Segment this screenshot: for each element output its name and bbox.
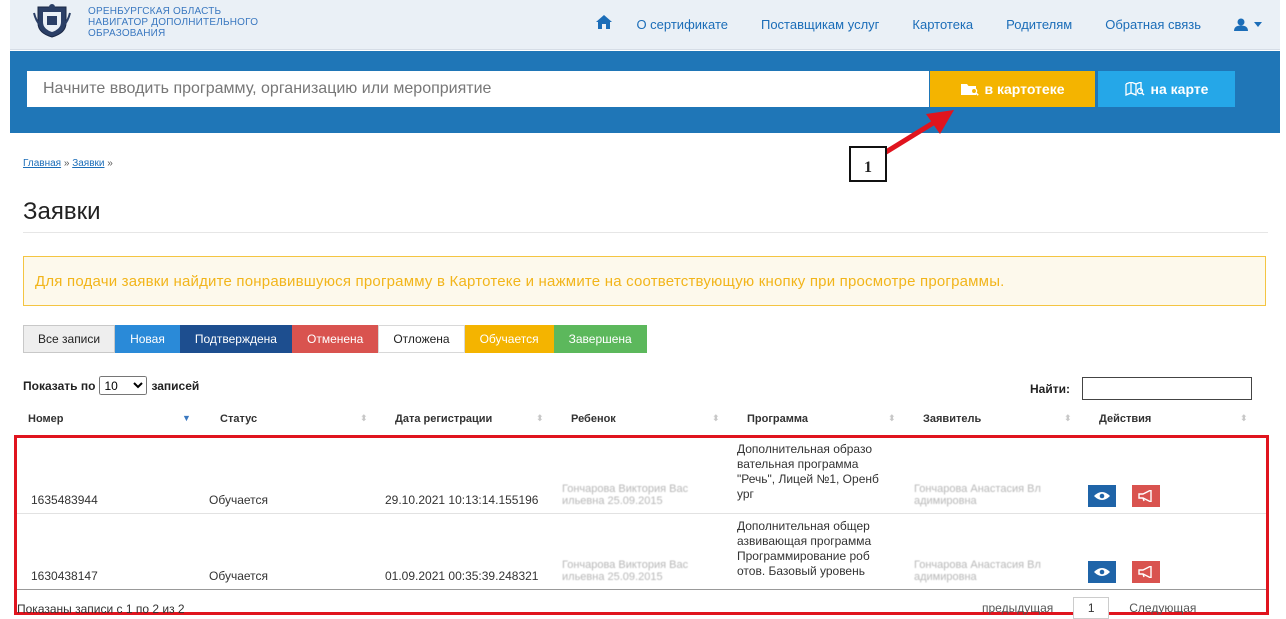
column-applicant[interactable]: Заявитель (923, 413, 981, 425)
pagination: предыдущая 1 Следующая (982, 597, 1196, 619)
sort-icon[interactable]: ⬍ (1064, 413, 1072, 424)
column-child[interactable]: Ребенок (571, 413, 616, 425)
brand-title[interactable]: ОРЕНБУРГСКАЯ ОБЛАСТЬ НАВИГАТОР ДОПОЛНИТЕ… (88, 6, 258, 39)
page-length-control: Показать по 10 записей (23, 376, 199, 395)
filter-confirmed-button[interactable]: Подтверждена (179, 325, 292, 353)
breadcrumb-requests[interactable]: Заявки (72, 158, 104, 169)
annotation-arrow (883, 110, 954, 155)
map-button-label: на карте (1150, 81, 1209, 97)
sort-icon[interactable]: ⬍ (888, 413, 896, 424)
nav-feedback[interactable]: Обратная связь (1105, 17, 1201, 32)
pagination-prev[interactable]: предыдущая (982, 601, 1053, 615)
coat-of-arms-logo[interactable] (32, 3, 72, 39)
filter-cancelled-button[interactable]: Отменена (291, 325, 379, 353)
page-length-select[interactable]: 10 (99, 376, 148, 395)
main-nav: О сертификате Поставщикам услуг Картотек… (596, 15, 1262, 33)
table-header: Номер ▼ Статус ⬍ Дата регистрации ⬍ Ребе… (14, 405, 1269, 435)
column-number[interactable]: Номер (28, 413, 64, 425)
home-icon[interactable] (596, 15, 613, 33)
user-icon (1234, 18, 1248, 31)
table-search-label: Найти: (1030, 381, 1070, 396)
brand-line: ОБРАЗОВАНИЯ (88, 28, 166, 39)
filter-studying-button[interactable]: Обучается (464, 325, 554, 353)
pagination-next[interactable]: Следующая (1129, 601, 1196, 615)
search-in-catalog-button[interactable]: в картотеке (930, 71, 1095, 107)
filter-all-button[interactable]: Все записи (23, 325, 116, 353)
sort-icon[interactable]: ⬍ (1240, 413, 1248, 424)
sort-icon[interactable]: ⬍ (360, 413, 368, 424)
column-date[interactable]: Дата регистрации (395, 413, 492, 425)
status-filter-group: Все записи Новая Подтверждена Отменена О… (23, 325, 647, 353)
column-program[interactable]: Программа (747, 413, 808, 425)
table-info: Показаны записи с 1 по 2 из 2 (17, 602, 185, 616)
brand-line: ОРЕНБУРГСКАЯ ОБЛАСТЬ (88, 6, 222, 17)
page-length-prefix: Показать по (23, 378, 96, 393)
breadcrumb: Главная » Заявки » (23, 158, 113, 169)
sort-desc-icon[interactable]: ▼ (182, 413, 191, 423)
caret-down-icon (1254, 21, 1262, 27)
table-search-input[interactable] (1081, 377, 1252, 400)
folder-search-icon (960, 83, 979, 96)
column-actions: Действия (1099, 413, 1152, 425)
divider (23, 232, 1268, 233)
user-menu[interactable] (1234, 18, 1262, 31)
sort-icon[interactable]: ⬍ (536, 413, 544, 424)
map-search-icon (1124, 82, 1145, 96)
search-band: Начните вводить программу, организацию и… (10, 51, 1280, 133)
page-title: Заявки (23, 198, 101, 225)
filter-completed-button[interactable]: Завершена (553, 325, 647, 353)
annotation-callout: 1 (849, 146, 887, 182)
page-length-suffix: записей (151, 378, 200, 393)
filter-new-button[interactable]: Новая (115, 325, 180, 353)
table-search: Найти: (1030, 377, 1252, 400)
top-navbar: ОРЕНБУРГСКАЯ ОБЛАСТЬ НАВИГАТОР ДОПОЛНИТЕ… (10, 0, 1280, 50)
highlight-box (14, 435, 1269, 615)
breadcrumb-separator: » (107, 158, 113, 169)
nav-providers[interactable]: Поставщикам услуг (761, 17, 879, 32)
search-input[interactable]: Начните вводить программу, организацию и… (27, 71, 929, 107)
nav-parents[interactable]: Родителям (1006, 17, 1072, 32)
notice-alert: Для подачи заявки найдите понравившуюся … (23, 256, 1266, 306)
breadcrumb-home[interactable]: Главная (23, 158, 61, 169)
catalog-button-label: в картотеке (984, 81, 1065, 97)
search-on-map-button[interactable]: на карте (1098, 71, 1235, 107)
breadcrumb-separator: » (63, 158, 70, 169)
sort-icon[interactable]: ⬍ (712, 413, 720, 424)
nav-catalog[interactable]: Картотека (912, 17, 973, 32)
filter-postponed-button[interactable]: Отложена (378, 325, 465, 353)
column-status[interactable]: Статус (220, 413, 257, 425)
brand-line: НАВИГАТОР ДОПОЛНИТЕЛЬНОГО (88, 17, 259, 28)
nav-about-certificate[interactable]: О сертификате (636, 17, 728, 32)
pagination-page[interactable]: 1 (1073, 597, 1110, 619)
